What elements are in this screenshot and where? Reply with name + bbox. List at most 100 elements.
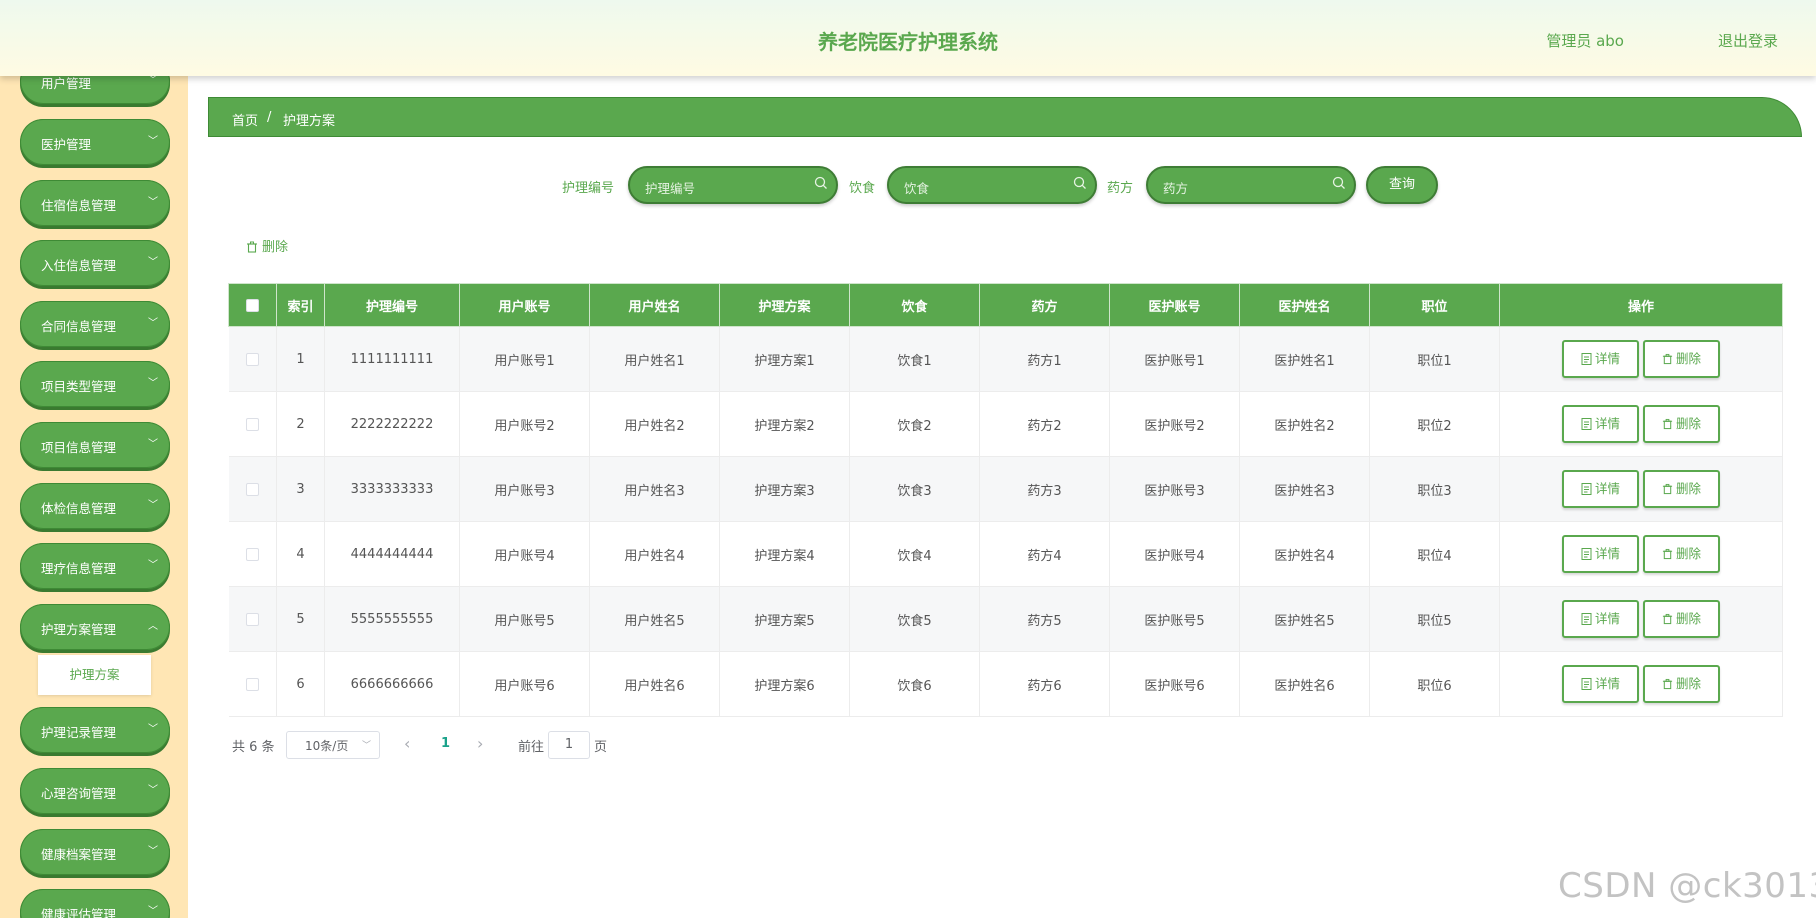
table-row: 3 3333333333 用户账号3 用户姓名3 护理方案3 饮食3 药方3 医护账号3 医护姓… [228, 456, 1783, 522]
detail-button[interactable]: 详情 [1562, 470, 1639, 508]
app-title: 养老院医疗护理系统 [818, 30, 998, 54]
data-table: 索引 护理编号 用户账号 用户姓名 护理方案 饮食 药方 医护账号 医护姓名 职… [228, 283, 1783, 717]
table-cell: 用户账号6 [459, 651, 590, 717]
breadcrumb-separator: / [267, 110, 272, 125]
detail-label: 详情 [1594, 416, 1620, 431]
sidebar-item-health-record[interactable]: 健康档案管理 ﹀ [20, 829, 170, 875]
column-header: 护理方案 [719, 283, 850, 327]
table-cell: 护理方案4 [719, 521, 850, 587]
table-cell: 护理方案3 [719, 456, 850, 522]
detail-button[interactable]: 详情 [1562, 535, 1639, 573]
table-cell: 4 [276, 521, 325, 587]
breadcrumb-home[interactable]: 首页 [232, 110, 258, 129]
chevron-down-icon: ﹀ [148, 846, 158, 857]
row-checkbox[interactable] [245, 677, 259, 691]
row-delete-button[interactable]: 删除 [1643, 665, 1720, 703]
table-header-row: 索引 护理编号 用户账号 用户姓名 护理方案 饮食 药方 医护账号 医护姓名 职… [228, 283, 1783, 327]
logout-link[interactable]: 退出登录 [1718, 30, 1778, 51]
table-cell: 3 [276, 456, 325, 522]
row-select-cell[interactable] [228, 326, 277, 392]
query-button[interactable]: 查询 [1366, 166, 1438, 204]
sidebar-item-medical-staff[interactable]: 医护管理 ﹀ [20, 119, 170, 165]
column-header: 用户姓名 [589, 283, 720, 327]
detail-button[interactable]: 详情 [1562, 405, 1639, 443]
sidebar-item-accommodation[interactable]: 住宿信息管理 ﹀ [20, 180, 170, 226]
chevron-down-icon: ﹀ [361, 741, 371, 751]
sidebar-item-checkin[interactable]: 入住信息管理 ﹀ [20, 240, 170, 286]
row-delete-button[interactable]: 删除 [1643, 405, 1720, 443]
column-header: 职位 [1369, 283, 1500, 327]
sidebar: 用户管理 ﹀ 医护管理 ﹀ 住宿信息管理 ﹀ 入住信息管理 ﹀ 合同信息管理 ﹀ 项目类型… [0, 0, 188, 918]
select-all-checkbox[interactable] [246, 298, 259, 312]
row-select-cell[interactable] [228, 391, 277, 457]
row-checkbox[interactable] [245, 547, 259, 561]
table-cell: 医护账号1 [1109, 326, 1240, 392]
search-input-care-no[interactable]: 护理编号 [628, 166, 838, 204]
table-cell: 护理方案1 [719, 326, 850, 392]
table-cell: 5 [276, 586, 325, 652]
table-cell: 医护账号3 [1109, 456, 1240, 522]
bulk-delete-button[interactable]: 删除 [246, 236, 288, 255]
table-cell: 1 [276, 326, 325, 392]
sidebar-item-care-record[interactable]: 护理记录管理 ﹀ [20, 707, 170, 753]
sidebar-item-contract[interactable]: 合同信息管理 ﹀ [20, 301, 170, 347]
next-page-button[interactable]: › [477, 734, 483, 753]
table-cell: 饮食1 [849, 326, 980, 392]
row-delete-button[interactable]: 删除 [1643, 600, 1720, 638]
table-cell: 饮食2 [849, 391, 980, 457]
row-checkbox[interactable] [245, 417, 259, 431]
chevron-down-icon: ﹀ [148, 136, 158, 147]
row-select-cell[interactable] [228, 456, 277, 522]
sidebar-item-project-info[interactable]: 项目信息管理 ﹀ [20, 422, 170, 468]
sidebar-item-label: 项目类型管理 [41, 379, 117, 394]
sidebar-item-physiotherapy[interactable]: 理疗信息管理 ﹀ [20, 543, 170, 589]
search-input-prescription[interactable]: 药方 [1146, 166, 1356, 204]
table-cell: 用户账号3 [459, 456, 590, 522]
sidebar-item-counseling[interactable]: 心理咨询管理 ﹀ [20, 768, 170, 814]
search-input-diet[interactable]: 饮食 [887, 166, 1097, 204]
detail-button[interactable]: 详情 [1562, 340, 1639, 378]
row-select-cell[interactable] [228, 521, 277, 587]
goto-page-input[interactable]: 1 [548, 731, 590, 759]
page-size-select[interactable]: 10条/页 ﹀ [286, 731, 380, 759]
row-delete-button[interactable]: 删除 [1643, 470, 1720, 508]
prev-page-button[interactable]: ‹ [404, 734, 410, 753]
table-cell: 用户账号4 [459, 521, 590, 587]
detail-button[interactable]: 详情 [1562, 665, 1639, 703]
sidebar-item-physical-exam[interactable]: 体检信息管理 ﹀ [20, 483, 170, 529]
sidebar-item-care-plan[interactable]: 护理方案管理 ︿ [20, 604, 170, 650]
chevron-down-icon: ﹀ [148, 724, 158, 735]
row-delete-button[interactable]: 删除 [1643, 535, 1720, 573]
row-delete-button[interactable]: 删除 [1643, 340, 1720, 378]
detail-label: 详情 [1594, 546, 1620, 561]
chevron-down-icon: ﹀ [148, 500, 158, 511]
search-label-care-no: 护理编号 [562, 181, 615, 196]
table-cell: 医护账号5 [1109, 586, 1240, 652]
table-cell: 2222222222 [324, 391, 460, 457]
chevron-down-icon: ﹀ [148, 560, 158, 571]
sidebar-item-health-assessment[interactable]: 健康评估管理 ﹀ [20, 889, 170, 918]
column-header: 饮食 [849, 283, 980, 327]
row-select-cell[interactable] [228, 586, 277, 652]
table-cell: 药方1 [979, 326, 1110, 392]
row-checkbox[interactable] [245, 612, 259, 626]
chevron-down-icon: ﹀ [148, 439, 158, 450]
table-cell: 医护账号4 [1109, 521, 1240, 587]
row-checkbox[interactable] [245, 352, 259, 366]
row-select-cell[interactable] [228, 651, 277, 717]
detail-button[interactable]: 详情 [1562, 600, 1639, 638]
select-all-cell[interactable] [228, 283, 277, 327]
table-cell: 职位3 [1369, 456, 1500, 522]
delete-label: 删除 [1675, 416, 1701, 431]
delete-label: 删除 [1675, 676, 1701, 691]
page-number-current[interactable]: 1 [441, 736, 450, 751]
table-row: 6 6666666666 用户账号6 用户姓名6 护理方案6 饮食6 药方6 医护账号6 医护姓… [228, 651, 1783, 717]
sidebar-subitem-care-plan[interactable]: 护理方案 [38, 655, 151, 695]
row-actions: 详情 删除 [1499, 456, 1783, 522]
sidebar-item-project-type[interactable]: 项目类型管理 ﹀ [20, 361, 170, 407]
table-row: 4 4444444444 用户账号4 用户姓名4 护理方案4 饮食4 药方4 医护账号4 医护姓… [228, 521, 1783, 587]
table-cell: 药方2 [979, 391, 1110, 457]
breadcrumb-current: 护理方案 [283, 114, 336, 129]
row-checkbox[interactable] [245, 482, 259, 496]
table-cell: 用户姓名3 [589, 456, 720, 522]
